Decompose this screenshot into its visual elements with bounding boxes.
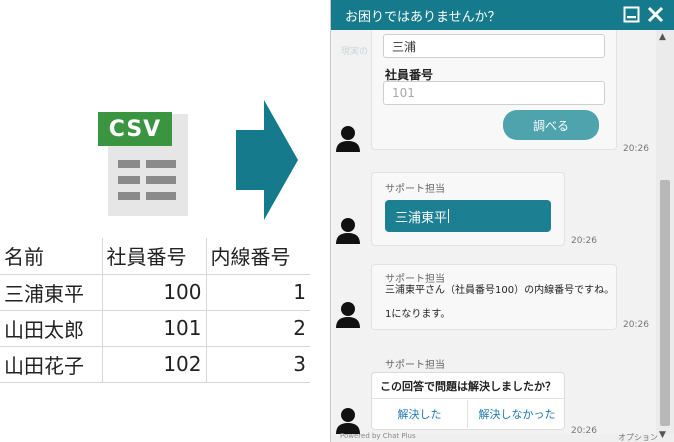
- cell-employee-number: 100: [102, 274, 207, 311]
- resolved-button[interactable]: 解決した: [372, 400, 468, 428]
- faint-background-text: 現実の: [341, 47, 369, 57]
- header-extension-number: 内線番号: [206, 238, 310, 275]
- cell-extension-number: 2: [206, 310, 310, 347]
- chat-title: お困りではありませんか？: [345, 9, 501, 25]
- resolution-survey: この回答で問題は解決しましたか？ 解決した 解決しなかった: [371, 372, 565, 430]
- answer-line-2: 1になります。: [385, 309, 451, 320]
- csv-badge: CSV: [98, 112, 172, 146]
- message-time: 20:26: [623, 320, 649, 330]
- chat-header: お困りではありませんか？: [331, 0, 674, 30]
- staff-table: 名前 社員番号 内線番号 三浦東平 100 1 山田太郎 101 2 山田花子 …: [0, 238, 310, 383]
- screenshot-stage: CSV 名前 社員番号 内線番号 三浦東平 100 1 山田太郎 101 2 山…: [0, 0, 674, 442]
- chat-window: お困りではありませんか？ 現実の 三浦 社員番号 101 調べる 20:26 サ…: [330, 0, 674, 442]
- scrollbar-thumb[interactable]: [660, 180, 670, 426]
- table-header-row: 名前 社員番号 内線番号: [0, 238, 310, 275]
- sender-label: サポート担当: [385, 184, 445, 195]
- avatar-icon: [336, 126, 360, 152]
- scroll-down-icon[interactable]: ▼: [659, 430, 666, 440]
- table-row: 三浦東平 100 1: [0, 274, 310, 311]
- cell-extension-number: 3: [206, 346, 310, 383]
- sender-label: サポート担当: [385, 274, 445, 285]
- options-link[interactable]: オプション: [618, 432, 658, 442]
- survey-question: この回答で問題は解決しましたか？: [372, 373, 564, 399]
- search-button[interactable]: 調べる: [503, 110, 599, 140]
- avatar-icon: [336, 218, 360, 244]
- name-input[interactable]: 三浦: [383, 34, 605, 58]
- table-row: 山田花子 102 3: [0, 346, 310, 383]
- header-employee-number: 社員番号: [102, 238, 207, 275]
- close-icon[interactable]: [647, 6, 664, 23]
- message-time: 20:26: [571, 426, 597, 434]
- right-arrow-icon: [236, 100, 298, 220]
- cell-name: 山田太郎: [0, 310, 103, 347]
- employee-number-input[interactable]: 101: [383, 81, 605, 105]
- answer-line-1: 三浦東平さん（社員番号100）の内線番号ですね。: [385, 285, 615, 296]
- minimize-icon[interactable]: [623, 6, 640, 23]
- cell-employee-number: 102: [102, 346, 207, 383]
- scroll-up-icon[interactable]: ▲: [659, 32, 666, 42]
- text-cursor: [448, 209, 450, 223]
- message-time: 20:26: [571, 236, 597, 246]
- cell-extension-number: 1: [206, 274, 310, 311]
- chat-message-area: 現実の 三浦 社員番号 101 調べる 20:26 サポート担当 三浦東平 20…: [331, 30, 657, 434]
- header-name: 名前: [0, 238, 103, 275]
- table-row: 山田太郎 101 2: [0, 310, 310, 347]
- not-resolved-button[interactable]: 解決しなかった: [469, 400, 565, 428]
- cell-name: 山田花子: [0, 346, 103, 383]
- message-time: 20:26: [623, 144, 649, 154]
- avatar-icon: [336, 302, 360, 328]
- cell-name: 三浦東平: [0, 274, 103, 311]
- sender-label: サポート担当: [385, 360, 445, 371]
- cell-employee-number: 101: [102, 310, 207, 347]
- powered-by-text: Powered by Chat Plus: [340, 432, 416, 440]
- avatar-icon: [336, 408, 360, 434]
- selected-name-reply: 三浦東平: [385, 200, 551, 232]
- selected-name-text: 三浦東平: [395, 210, 448, 226]
